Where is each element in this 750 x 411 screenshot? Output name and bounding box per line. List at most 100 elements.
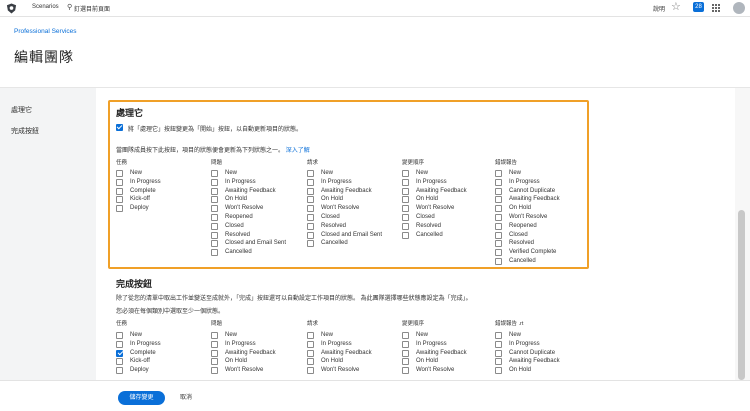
status-checkbox[interactable] bbox=[495, 332, 502, 339]
status-checkbox[interactable] bbox=[211, 249, 218, 257]
status-checkbox[interactable] bbox=[495, 196, 502, 204]
status-checkbox[interactable] bbox=[116, 358, 123, 366]
status-checkbox[interactable] bbox=[116, 187, 123, 195]
status-option-label: Won't Resolve bbox=[321, 367, 360, 374]
help-link[interactable]: 說明 bbox=[653, 4, 665, 13]
status-option-label: Won't Resolve bbox=[509, 214, 548, 220]
status-option-label: New bbox=[416, 332, 429, 338]
leftnav-item-done-button[interactable]: 完成按鈕 bbox=[11, 126, 39, 136]
status-checkbox[interactable] bbox=[495, 240, 502, 248]
status-checkbox[interactable] bbox=[307, 214, 314, 221]
status-checkbox[interactable] bbox=[402, 178, 409, 186]
page-title: 編輯團隊 bbox=[14, 49, 74, 65]
status-checkbox[interactable] bbox=[211, 187, 218, 195]
status-checkbox[interactable] bbox=[211, 349, 218, 357]
status-checkbox[interactable] bbox=[495, 170, 502, 177]
star-icon[interactable]: ☆ bbox=[671, 1, 681, 13]
status-checkbox[interactable] bbox=[307, 340, 314, 348]
status-checkbox[interactable] bbox=[402, 187, 409, 195]
status-checkbox[interactable] bbox=[307, 222, 314, 230]
status-checkbox[interactable] bbox=[116, 332, 123, 339]
status-checkbox[interactable] bbox=[307, 170, 314, 177]
status-checkbox[interactable] bbox=[402, 222, 409, 230]
status-checkbox[interactable] bbox=[402, 205, 409, 213]
status-checkbox[interactable] bbox=[307, 231, 314, 239]
pin-page-link[interactable]: 釘選目前頁面 bbox=[74, 4, 110, 13]
status-checkbox[interactable] bbox=[211, 240, 218, 248]
leftnav-item-work-on-it[interactable]: 處理它 bbox=[11, 105, 32, 115]
status-checkbox[interactable] bbox=[495, 358, 502, 366]
status-checkbox[interactable] bbox=[402, 170, 409, 177]
grid-menu-icon[interactable] bbox=[712, 4, 720, 12]
status-checkbox[interactable] bbox=[495, 349, 502, 357]
shield-logo-icon[interactable] bbox=[6, 3, 17, 14]
status-option-label: Awaiting Feedback bbox=[416, 187, 467, 194]
status-option-label: Closed and Email Sent bbox=[321, 231, 383, 238]
notification-badge[interactable]: 28 bbox=[693, 2, 704, 12]
status-checkbox[interactable] bbox=[495, 178, 502, 186]
status-checkbox[interactable] bbox=[495, 214, 502, 221]
status-checkbox[interactable] bbox=[116, 205, 123, 213]
nav-scenarios-link[interactable]: Scenarios bbox=[32, 4, 59, 10]
status-checkbox[interactable] bbox=[402, 349, 409, 357]
status-checkbox[interactable] bbox=[307, 205, 314, 213]
status-checkbox[interactable] bbox=[116, 349, 123, 357]
status-option-label: Awaiting Feedback bbox=[509, 196, 560, 203]
status-checkbox[interactable] bbox=[211, 367, 218, 375]
avatar[interactable] bbox=[733, 2, 745, 14]
status-checkbox[interactable] bbox=[307, 187, 314, 195]
status-checkbox[interactable] bbox=[211, 205, 218, 213]
cancel-button[interactable]: 取消 bbox=[180, 391, 192, 405]
status-option-label: Closed bbox=[321, 214, 340, 220]
status-checkbox[interactable] bbox=[307, 358, 314, 366]
status-checkbox[interactable] bbox=[211, 222, 218, 230]
scrollbar-thumb[interactable] bbox=[738, 210, 745, 380]
status-checkbox[interactable] bbox=[116, 196, 123, 204]
status-checkbox[interactable] bbox=[211, 214, 218, 221]
status-checkbox[interactable] bbox=[307, 178, 314, 186]
status-checkbox[interactable] bbox=[211, 358, 218, 366]
status-checkbox[interactable] bbox=[402, 214, 409, 221]
status-checkbox[interactable] bbox=[495, 205, 502, 213]
status-checkbox[interactable] bbox=[495, 367, 502, 375]
save-changes-button[interactable]: 儲存變更 bbox=[118, 391, 165, 405]
status-checkbox[interactable] bbox=[307, 367, 314, 375]
status-option-label: Resolved bbox=[509, 240, 535, 247]
status-checkbox[interactable] bbox=[495, 249, 502, 257]
status-checkbox[interactable] bbox=[116, 178, 123, 186]
status-checkbox[interactable] bbox=[116, 340, 123, 348]
status-option-label: Won't Resolve bbox=[416, 205, 455, 212]
status-checkbox[interactable] bbox=[402, 196, 409, 204]
status-checkbox[interactable] bbox=[307, 196, 314, 204]
status-option-label: Resolved bbox=[225, 231, 251, 238]
status-checkbox[interactable] bbox=[495, 187, 502, 195]
pin-icon[interactable]: ⚲ bbox=[67, 3, 72, 11]
status-checkbox[interactable] bbox=[211, 170, 218, 177]
status-checkbox[interactable] bbox=[402, 332, 409, 339]
status-checkbox[interactable] bbox=[211, 332, 218, 339]
status-checkbox[interactable] bbox=[402, 231, 409, 239]
status-option-label: Kick-off bbox=[130, 196, 150, 203]
status-option-label: Cancelled bbox=[321, 240, 348, 247]
status-checkbox[interactable] bbox=[402, 358, 409, 366]
status-checkbox[interactable] bbox=[307, 332, 314, 339]
status-checkbox[interactable] bbox=[211, 340, 218, 348]
status-checkbox[interactable] bbox=[116, 170, 123, 177]
status-checkbox[interactable] bbox=[495, 231, 502, 239]
status-checkbox[interactable] bbox=[211, 231, 218, 239]
status-checkbox[interactable] bbox=[211, 178, 218, 186]
learn-more-link[interactable]: 深入了解 bbox=[286, 148, 310, 154]
status-checkbox[interactable] bbox=[116, 367, 123, 375]
status-checkbox[interactable] bbox=[495, 222, 502, 230]
status-checkbox[interactable] bbox=[307, 349, 314, 357]
status-checkbox[interactable] bbox=[211, 196, 218, 204]
status-option-label: Awaiting Feedback bbox=[416, 349, 467, 356]
status-checkbox[interactable] bbox=[495, 340, 502, 348]
change-to-start-label: 將「處理它」按鈕變更為「開始」按鈕，以自動更新項目的狀態。 bbox=[128, 127, 303, 133]
change-to-start-checkbox[interactable] bbox=[116, 124, 123, 131]
status-checkbox[interactable] bbox=[307, 240, 314, 248]
status-checkbox[interactable] bbox=[402, 367, 409, 375]
status-checkbox[interactable] bbox=[495, 258, 502, 265]
breadcrumb[interactable]: Professional Services bbox=[14, 28, 77, 35]
status-checkbox[interactable] bbox=[402, 340, 409, 348]
